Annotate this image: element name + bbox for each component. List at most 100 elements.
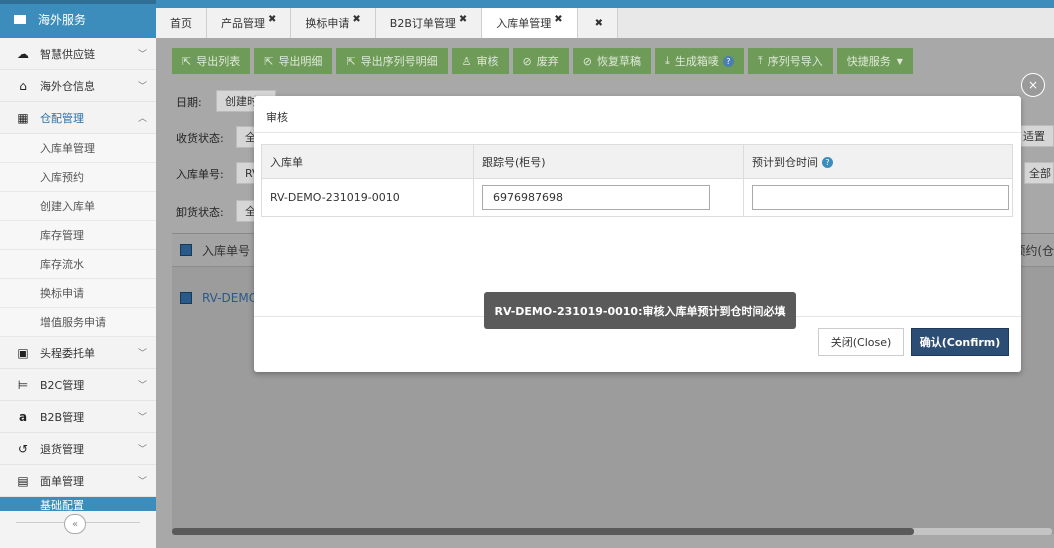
horizontal-scrollbar[interactable] bbox=[172, 528, 1052, 535]
sidebar-item-label: B2B管理 bbox=[40, 410, 85, 424]
sidebar-subitem-vas[interactable]: 增值服务申请 bbox=[0, 308, 156, 337]
sidebar-item-supply-chain[interactable]: ☁ 智慧供应链 ﹀ bbox=[0, 38, 156, 70]
sidebar-item-label: 退货管理 bbox=[40, 442, 84, 456]
row-checkbox[interactable] bbox=[180, 292, 192, 304]
tab-label: 产品管理 bbox=[221, 17, 265, 30]
sidebar-subitem-relabel[interactable]: 换标申请 bbox=[0, 279, 156, 308]
tab-label: 入库单管理 bbox=[496, 17, 552, 30]
tab-label: 首页 bbox=[170, 17, 192, 30]
sidebar-item-base-config[interactable]: 基础配置 bbox=[0, 497, 156, 512]
scrollbar-thumb[interactable] bbox=[172, 528, 914, 535]
sidebar-subitem-inbound-mgmt[interactable]: 入库单管理 bbox=[0, 134, 156, 163]
audit-modal: 审核 入库单 跟踪号(柜号) 预计到仓时间? RV-DEMO-231019-00… bbox=[254, 96, 1021, 372]
audit-button[interactable]: ♙ 审核 bbox=[451, 48, 509, 74]
sidebar-subitem-create-inbound[interactable]: 创建入库单 bbox=[0, 192, 156, 221]
discard-button[interactable]: ⊘ 废弃 bbox=[512, 48, 569, 74]
receive-status-label: 收货状态: bbox=[176, 132, 224, 145]
briefcase-icon: ▣ bbox=[17, 345, 29, 360]
chevron-down-icon: ﹀ bbox=[137, 349, 147, 359]
undo-icon: ↺ bbox=[17, 441, 29, 456]
sidebar-item-label: 面单管理 bbox=[40, 474, 84, 488]
sidebar-item-first-leg[interactable]: ▣ 头程委托单 ﹀ bbox=[0, 337, 156, 369]
close-icon[interactable]: ✖ bbox=[595, 18, 603, 29]
user-icon: ♙ bbox=[461, 54, 472, 68]
tab-product-mgmt[interactable]: 产品管理 ✖ bbox=[207, 8, 292, 38]
tab-inbound-mgmt[interactable]: 入库单管理 ✖ bbox=[482, 8, 578, 38]
file-icon: ▤ bbox=[17, 473, 29, 488]
right-filter-select[interactable]: 适置 bbox=[1018, 125, 1054, 147]
modal-title: 审核 bbox=[266, 111, 288, 124]
ban-icon: ⊘ bbox=[522, 54, 532, 68]
inbound-no-label: 入库单号: bbox=[176, 168, 224, 181]
audit-table: 入库单 跟踪号(柜号) 预计到仓时间? RV-DEMO-231019-0010 … bbox=[261, 144, 1013, 217]
sidebar-item-label: 智慧供应链 bbox=[40, 47, 95, 61]
sidebar-item-label: 仓配管理 bbox=[40, 111, 84, 125]
sidebar-item-returns[interactable]: ↺ 退货管理 ﹀ bbox=[0, 433, 156, 465]
button-label: 序列号导入 bbox=[767, 55, 823, 68]
receive-status-select[interactable]: 全 bbox=[236, 126, 256, 148]
tab-close-all[interactable]: ✖ bbox=[577, 8, 619, 38]
amazon-icon: a bbox=[18, 409, 28, 424]
button-label: 导出列表 bbox=[196, 55, 241, 68]
help-icon: ? bbox=[822, 157, 833, 168]
inbound-no-input[interactable]: RV bbox=[236, 162, 260, 184]
tab-home[interactable]: 首页 bbox=[156, 8, 207, 38]
button-label: 导出明细 bbox=[278, 55, 323, 68]
home-icon: ⌂ bbox=[19, 78, 27, 93]
sidebar-item-warehouse-mgmt[interactable]: ▦ 仓配管理 ︿ bbox=[0, 102, 156, 134]
close-button[interactable]: 关闭(Close) bbox=[818, 328, 904, 356]
export-icon: ⇱ bbox=[264, 54, 274, 68]
sidebar-subitem-stock-flow[interactable]: 库存流水 bbox=[0, 250, 156, 279]
export-icon: ⇱ bbox=[346, 54, 356, 68]
close-icon[interactable]: ✖ bbox=[554, 14, 562, 25]
sidebar-item-b2b[interactable]: a B2B管理 ﹀ bbox=[0, 401, 156, 433]
sidebar-item-label: B2C管理 bbox=[40, 378, 85, 392]
sidebar-header-label: 海外服务 bbox=[38, 12, 87, 27]
quick-service-button[interactable]: 快捷服务 ▼ bbox=[836, 48, 913, 74]
col-tracking: 跟踪号(柜号) bbox=[473, 144, 744, 179]
sidebar-item-label: 头程委托单 bbox=[40, 346, 95, 360]
confirm-button[interactable]: 确认(Confirm) bbox=[911, 328, 1009, 356]
close-icon[interactable]: ✖ bbox=[352, 14, 360, 25]
sidebar-item-label: 海外仓信息 bbox=[40, 79, 95, 93]
generate-label-button[interactable]: ⤓ 生成箱唛? bbox=[654, 48, 744, 74]
chevron-down-icon: ﹀ bbox=[137, 50, 147, 60]
ban-icon: ⊘ bbox=[582, 54, 592, 68]
close-icon[interactable]: ✖ bbox=[268, 14, 276, 25]
caret-down-icon: ▼ bbox=[896, 56, 903, 66]
grid-header-inbound: 入库单号 bbox=[202, 243, 251, 258]
eta-input[interactable] bbox=[752, 185, 1009, 210]
download-icon: ⤓ bbox=[664, 54, 670, 67]
unload-status-select[interactable]: 全 bbox=[236, 200, 256, 222]
sidebar-item-warehouse-info[interactable]: ⌂ 海外仓信息 ﹀ bbox=[0, 70, 156, 102]
export-serial-button[interactable]: ⇱ 导出序列号明细 bbox=[336, 48, 448, 74]
sidebar-header[interactable]: 海外服务 bbox=[0, 0, 156, 38]
cloud-icon: ☁ bbox=[17, 46, 29, 61]
modal-divider bbox=[254, 132, 1021, 133]
serial-import-button[interactable]: ⤒ 序列号导入 bbox=[747, 48, 833, 74]
button-label: 审核 bbox=[476, 55, 499, 68]
button-label: 导出序列号明细 bbox=[360, 55, 438, 68]
export-detail-button[interactable]: ⇱ 导出明细 bbox=[254, 48, 333, 74]
col-eta-label: 预计到仓时间 bbox=[752, 155, 818, 169]
sidebar-collapse-button[interactable]: « bbox=[64, 514, 86, 534]
sidebar-item-b2c[interactable]: ⊨ B2C管理 ﹀ bbox=[0, 369, 156, 401]
export-list-button[interactable]: ⇱ 导出列表 bbox=[172, 48, 251, 74]
modal-close-icon[interactable]: × bbox=[1021, 73, 1045, 97]
close-icon[interactable]: ✖ bbox=[459, 14, 467, 25]
sidebar-item-labels[interactable]: ▤ 面单管理 ﹀ bbox=[0, 465, 156, 497]
select-all-checkbox[interactable] bbox=[180, 244, 192, 256]
chevron-down-icon: ﹀ bbox=[137, 477, 147, 487]
tab-relabel[interactable]: 换标申请 ✖ bbox=[291, 8, 376, 38]
col-inbound: 入库单 bbox=[261, 144, 474, 179]
chevron-down-icon: ﹀ bbox=[137, 381, 147, 391]
chevron-down-icon: ﹀ bbox=[137, 413, 147, 423]
tab-b2b-orders[interactable]: B2B订单管理 ✖ bbox=[375, 8, 483, 38]
sidebar-subitem-inventory[interactable]: 库存管理 bbox=[0, 221, 156, 250]
restore-draft-button[interactable]: ⊘ 恢复草稿 bbox=[572, 48, 651, 74]
help-icon: ? bbox=[722, 55, 734, 67]
sidebar: 海外服务 ☁ 智慧供应链 ﹀ ⌂ 海外仓信息 ﹀ ▦ 仓配管理 ︿ 入库单管理 … bbox=[0, 0, 157, 548]
right-all-select[interactable]: 全部 bbox=[1024, 162, 1054, 184]
tracking-input[interactable]: 6976987698 bbox=[482, 185, 710, 210]
sidebar-subitem-inbound-booking[interactable]: 入库预约 bbox=[0, 163, 156, 192]
